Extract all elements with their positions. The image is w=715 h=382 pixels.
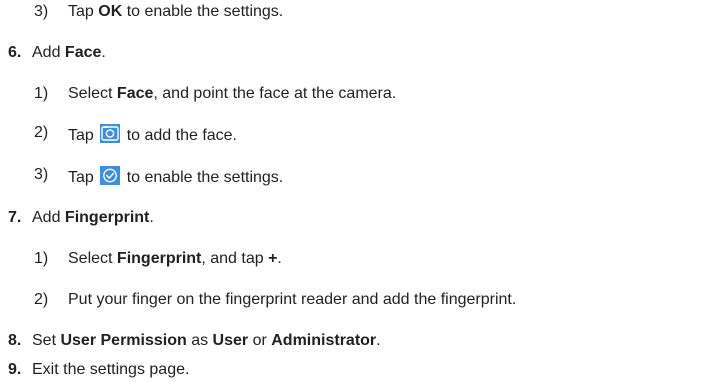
step-number: 8.	[8, 332, 22, 349]
substep-select-face: 1) Select Face, and point the face at the…	[34, 83, 396, 105]
user-permission-label: User Permission	[60, 332, 187, 349]
checkmark-icon	[100, 166, 121, 185]
administrator-label: Administrator	[271, 332, 377, 349]
step-number: 9.	[8, 361, 22, 378]
step-number: 7.	[8, 209, 22, 226]
step-number: 6.	[8, 44, 22, 61]
substep-tap-camera: 2) Tap to add the face.	[34, 124, 237, 144]
step-add-fingerprint: 7. Add Fingerprint.	[8, 207, 154, 229]
fingerprint-label: Fingerprint	[64, 209, 150, 226]
instruction-page: 3) Tap OK to enable the settings. 6. Add F…	[0, 0, 715, 382]
step-add-face: 6. Add Face.	[8, 42, 106, 64]
face-label: Face	[116, 85, 154, 102]
substep-number: 3)	[34, 166, 49, 183]
substep-tap-checkmark: 3) Tap to enable the settings.	[34, 166, 284, 186]
face-label: Face	[64, 44, 102, 61]
ok-label: OK	[98, 3, 123, 20]
substep-number: 2)	[34, 291, 49, 308]
step-exit-settings: 9. Exit the settings page.	[8, 359, 189, 381]
substep-number: 2)	[34, 124, 49, 141]
substep-number: 1)	[34, 85, 49, 102]
fingerprint-label: Fingerprint	[116, 250, 202, 267]
substep-select-fingerprint: 1) Select Fingerprint, and tap +.	[34, 248, 282, 270]
substep-tap-ok: 3) Tap OK to enable the settings.	[34, 1, 283, 23]
substep-number: 3)	[34, 3, 49, 20]
substep-put-finger: 2) Put your finger on the fingerprint rea…	[34, 289, 516, 311]
user-label: User	[212, 332, 249, 349]
camera-icon	[100, 124, 121, 143]
substep-number: 1)	[34, 250, 49, 267]
step-set-permission: 8. Set User Permission as User or Adminis…	[8, 330, 381, 352]
